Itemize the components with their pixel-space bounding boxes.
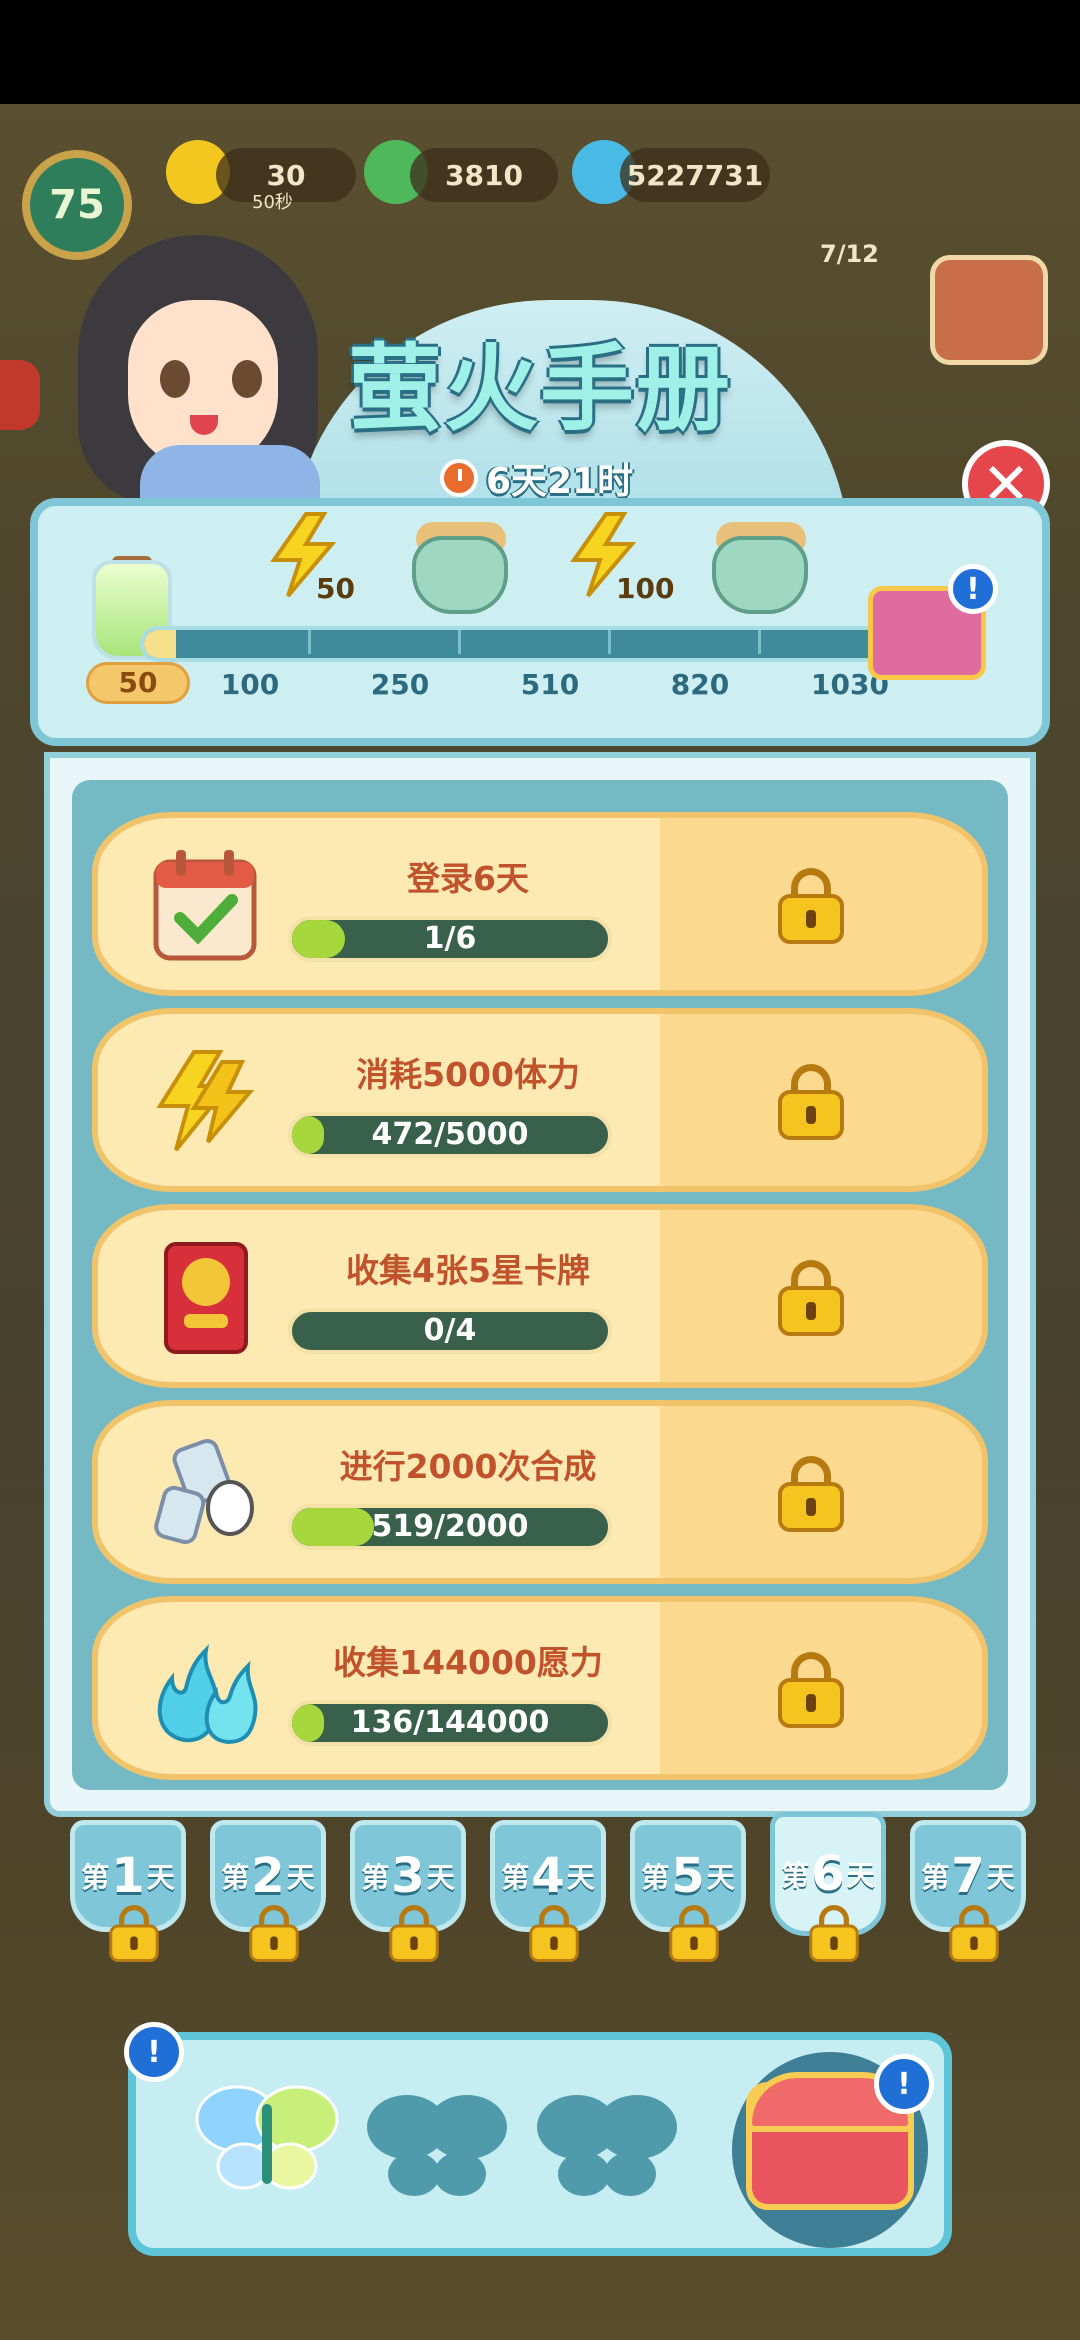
collection-alert-badge: !: [124, 2022, 184, 2082]
chest-alert-badge: !: [948, 564, 998, 614]
butterfly-collected-icon[interactable]: [192, 2074, 342, 2204]
flame-counter: 5227731: [620, 148, 770, 202]
milestone-track: [140, 626, 940, 662]
milestone-progress-fill: [144, 630, 176, 658]
lock-icon: [778, 1064, 844, 1140]
day-suffix: 天: [146, 1861, 175, 1894]
timer-text: 6天21时: [486, 461, 634, 502]
task-card[interactable]: 收集4张5星卡牌 0/4: [92, 1204, 988, 1388]
task-title: 收集4张5星卡牌: [346, 1251, 590, 1290]
lock-icon: [778, 868, 844, 944]
coin-counter: 3810: [410, 148, 558, 202]
milestone-reward[interactable]: 50: [266, 512, 376, 612]
clock-icon: [440, 459, 478, 497]
character-eye-left: [160, 360, 190, 398]
day-number: 2: [251, 1848, 285, 1904]
day-number: 3: [391, 1848, 425, 1904]
day-number: 5: [671, 1848, 705, 1904]
shop-button[interactable]: [930, 255, 1048, 365]
task-progress-text: 136/144000: [350, 1705, 550, 1740]
milestone-tick: [608, 630, 611, 654]
page-title: 萤火手册: [347, 335, 732, 444]
day-number: 1: [111, 1848, 145, 1904]
day-suffix: 天: [706, 1861, 735, 1894]
day-number: 4: [531, 1848, 565, 1904]
task-card[interactable]: 进行2000次合成 519/2000: [92, 1400, 988, 1584]
event-timer: 6天21时: [440, 455, 660, 502]
day-suffix: 天: [986, 1861, 1015, 1894]
lock-icon: [389, 1905, 439, 1962]
day-prefix: 第: [641, 1861, 670, 1894]
reward-count: 50: [316, 572, 355, 605]
milestone-value: 510: [520, 668, 580, 701]
milestone-tick: [458, 630, 461, 654]
pot-icon: [412, 536, 508, 614]
butterfly-locked-icon: [537, 2095, 677, 2196]
task-title: 收集144000愿力: [333, 1643, 603, 1682]
lock-icon: [809, 1905, 859, 1962]
task-progress-bar: 472/5000: [288, 1112, 612, 1158]
milestone-value: 100: [220, 668, 280, 701]
day-suffix: 天: [286, 1861, 315, 1894]
milestone-current-value: 50: [86, 662, 190, 704]
day-prefix: 第: [921, 1861, 950, 1894]
character-eye-right: [232, 360, 262, 398]
milestone-tick: [758, 630, 761, 654]
day-number: 7: [951, 1848, 985, 1904]
lock-icon: [778, 1456, 844, 1532]
day-prefix: 第: [501, 1861, 530, 1894]
player-level: 75: [22, 150, 132, 260]
milestone-reward[interactable]: [406, 512, 516, 614]
day-prefix: 第: [221, 1861, 250, 1894]
side-button[interactable]: [0, 360, 40, 430]
lock-icon: [778, 1652, 844, 1728]
lock-icon: [669, 1905, 719, 1962]
task-card[interactable]: 收集144000愿力 136/144000: [92, 1596, 988, 1780]
day-prefix: 第: [81, 1861, 110, 1894]
task-progress-bar: 136/144000: [288, 1700, 612, 1746]
task-title: 登录6天: [407, 859, 529, 898]
day-number: 6: [811, 1846, 845, 1902]
milestone-tick: [308, 630, 311, 654]
milestone-reward[interactable]: 100: [566, 512, 676, 612]
lock-icon: [949, 1905, 999, 1962]
day-prefix: 第: [361, 1861, 390, 1894]
event-counter: 7/12: [820, 240, 879, 268]
task-progress-bar: 0/4: [288, 1308, 612, 1354]
task-progress-text: 1/6: [423, 921, 477, 956]
task-progress-bar: 1/6: [288, 916, 612, 962]
day-suffix: 天: [426, 1861, 455, 1894]
pot-icon: [712, 536, 808, 614]
milestone-value: 250: [370, 668, 430, 701]
status-bar: [0, 0, 1080, 104]
lock-icon: [778, 1260, 844, 1336]
energy-timer: 50秒: [252, 192, 293, 213]
task-title: 消耗5000体力: [356, 1055, 580, 1094]
lock-icon: [249, 1905, 299, 1962]
reward-count: 100: [616, 572, 675, 605]
lock-icon: [529, 1905, 579, 1962]
task-progress-text: 0/4: [423, 1313, 477, 1348]
reward-alert-badge: !: [874, 2054, 934, 2114]
day-suffix: 天: [846, 1859, 875, 1892]
task-card[interactable]: 消耗5000体力 472/5000: [92, 1008, 988, 1192]
task-progress-text: 519/2000: [371, 1509, 529, 1544]
lock-icon: [109, 1905, 159, 1962]
day-suffix: 天: [566, 1861, 595, 1894]
milestone-value: 820: [670, 668, 730, 701]
task-card[interactable]: 登录6天 1/6: [92, 812, 988, 996]
task-title: 进行2000次合成: [339, 1447, 597, 1486]
day-prefix: 第: [781, 1859, 810, 1892]
task-progress-text: 472/5000: [371, 1117, 529, 1152]
butterfly-locked-icon: [367, 2095, 507, 2196]
task-progress-bar: 519/2000: [288, 1504, 612, 1550]
milestone-reward[interactable]: [706, 512, 816, 614]
